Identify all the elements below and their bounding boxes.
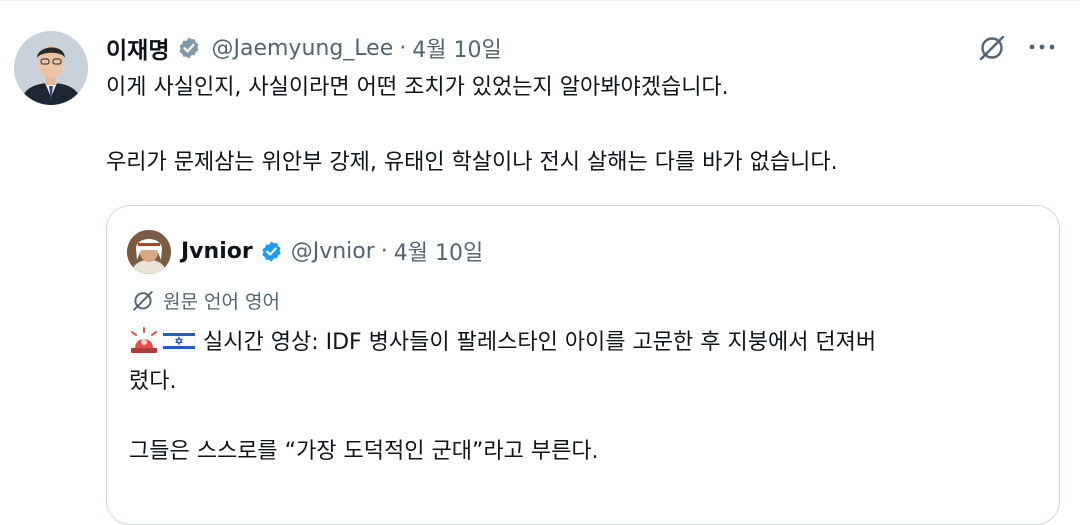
tweet-text-line: 이게 사실인지, 사실이라면 어떤 조치가 있었는지 알아봐야겠습니다. — [106, 75, 729, 100]
quoted-avatar-image — [127, 230, 171, 274]
timestamp[interactable]: 4월 10일 — [412, 32, 501, 64]
quoted-tweet[interactable]: Jvnior @Jvnior · 4월 10일 원문 언어 영어 실시간 영상:… — [106, 205, 1060, 525]
grok-button[interactable] — [974, 29, 1010, 65]
avatar-image — [14, 31, 88, 105]
meta-separator: · — [380, 238, 388, 264]
tweet-header: 이재명 @Jaemyung_Lee · 4월 10일 — [106, 31, 502, 65]
quoted-timestamp[interactable]: 4월 10일 — [394, 235, 483, 267]
more-icon — [1029, 44, 1055, 50]
verified-badge-icon — [177, 36, 201, 60]
quoted-display-name[interactable]: Jvnior — [181, 239, 253, 264]
translate-indicator[interactable]: 원문 언어 영어 — [131, 286, 280, 314]
quoted-header: Jvnior @Jvnior · 4월 10일 — [181, 234, 483, 268]
meta-separator: · — [399, 35, 407, 61]
quoted-avatar[interactable] — [127, 230, 171, 274]
quoted-text-line-3: 그들은 스스로를 “가장 도덕적인 군대”라고 부른다. — [129, 439, 599, 464]
avatar[interactable] — [14, 31, 88, 105]
more-button[interactable] — [1022, 29, 1062, 65]
handle[interactable]: @Jaemyung_Lee — [211, 36, 393, 61]
quoted-handle[interactable]: @Jvnior — [291, 239, 375, 264]
tweet-text-line: 우리가 문제삼는 위안부 강제, 유태인 학살이나 전시 살해는 다를 바가 없… — [106, 150, 838, 175]
quoted-text-line-1: 실시간 영상: IDF 병사들이 팔레스타인 아이를 고문한 후 지붕에서 던져… — [203, 330, 877, 355]
quoted-text-line-2: 렸다. — [129, 369, 177, 394]
translate-label: 원문 언어 영어 — [163, 290, 280, 313]
siren-emoji — [129, 326, 159, 364]
display-name[interactable]: 이재명 — [106, 31, 169, 65]
verified-badge-icon — [260, 240, 283, 263]
quoted-text-line: 실시간 영상: IDF 병사들이 팔레스타인 아이를 고문한 후 지붕에서 던져… — [129, 326, 1039, 364]
grok-icon — [979, 35, 1005, 61]
translate-icon — [131, 288, 155, 312]
tweet[interactable]: 이재명 @Jaemyung_Lee · 4월 10일 이게 사실인지, 사실이라… — [0, 0, 1080, 525]
israel-flag-emoji — [162, 329, 196, 362]
